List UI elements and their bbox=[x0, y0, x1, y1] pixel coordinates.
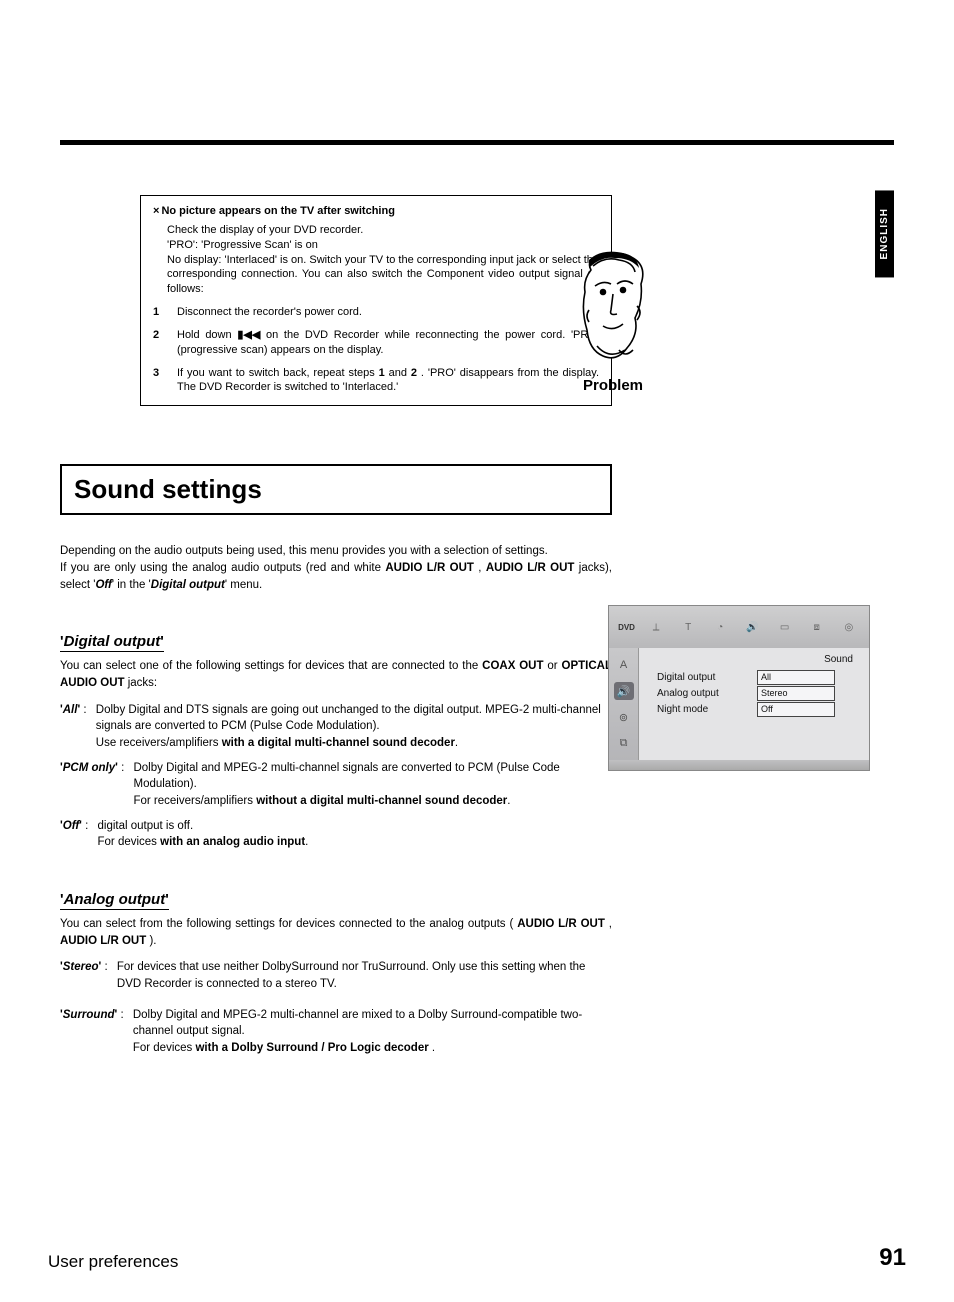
speaker-selected-icon: 🔊 bbox=[614, 682, 634, 700]
top-divider bbox=[60, 140, 894, 145]
problem-title: No picture appears on the TV after switc… bbox=[161, 204, 394, 219]
osd-topbar: DVD ⟂ T ◔ 🔊 ▭ ⧈ ◎ bbox=[609, 606, 869, 648]
osd-bottombar bbox=[609, 760, 869, 770]
analog-output-paragraph: You can select from the following settin… bbox=[60, 916, 612, 949]
problem-body-line: No display: 'Interlaced' is on. Switch y… bbox=[167, 253, 599, 298]
step-text: Disconnect the recorder's power cord. bbox=[177, 305, 599, 320]
osd-menu-screenshot: DVD ⟂ T ◔ 🔊 ▭ ⧈ ◎ A 🔊 ⊚ ⧉ Sound Digital … bbox=[608, 605, 870, 771]
other-icon: ⧉ bbox=[614, 734, 634, 752]
problem-label: Problem bbox=[568, 377, 658, 394]
problem-body-line: Check the display of your DVD recorder. bbox=[167, 223, 599, 238]
section-title: Sound settings bbox=[74, 474, 598, 505]
antenna-icon: ⟂ bbox=[645, 618, 667, 636]
osd-sidebar: A 🔊 ⊚ ⧉ bbox=[609, 648, 639, 760]
disc-icon: ◎ bbox=[838, 618, 860, 636]
clock-icon: ◔ bbox=[709, 618, 731, 636]
osd-row-label: Night mode bbox=[657, 704, 757, 715]
problem-face-illustration bbox=[573, 250, 653, 370]
osd-row-label: Digital output bbox=[657, 672, 757, 683]
osd-row-value: Stereo bbox=[757, 686, 835, 701]
definition-item: 'Surround' : Dolby Digital and MPEG-2 mu… bbox=[60, 1007, 612, 1057]
page-number: 91 bbox=[879, 1244, 906, 1272]
osd-menu-row: Night mode Off bbox=[657, 701, 859, 717]
definition-item: 'PCM only' : Dolby Digital and MPEG-2 mu… bbox=[60, 760, 612, 810]
osd-dvd-label: DVD bbox=[618, 623, 635, 632]
text-format-icon: A bbox=[614, 656, 634, 674]
step-text: Hold down ▮◀◀ on the DVD Recorder while … bbox=[177, 328, 599, 358]
step-number: 1 bbox=[153, 305, 161, 320]
language-tab: ENGLISH bbox=[875, 190, 894, 277]
problem-callout: × No picture appears on the TV after swi… bbox=[140, 195, 612, 406]
monitor-icon: ▭ bbox=[774, 618, 796, 636]
definition-item: 'Off' : digital output is off. For devic… bbox=[60, 818, 612, 851]
intro-paragraph: Depending on the audio outputs being use… bbox=[60, 543, 612, 593]
bullet-mark: × bbox=[153, 204, 159, 219]
step-text: If you want to switch back, repeat steps… bbox=[177, 366, 599, 396]
rewind-icon: ▮◀◀ bbox=[237, 328, 260, 343]
footer-section-name: User preferences bbox=[48, 1252, 178, 1272]
definition-item: 'Stereo' : For devices that use neither … bbox=[60, 959, 612, 992]
speaker-icon: 🔊 bbox=[741, 618, 763, 636]
osd-menu-row: Digital output All bbox=[657, 669, 859, 685]
settings-icon: ⊚ bbox=[614, 708, 634, 726]
digital-output-paragraph: You can select one of the following sett… bbox=[60, 658, 612, 691]
step-number: 3 bbox=[153, 366, 161, 396]
osd-row-value: All bbox=[757, 670, 835, 685]
osd-panel-title: Sound bbox=[657, 654, 859, 665]
disc-tray-icon: ⧈ bbox=[806, 618, 828, 636]
definition-item: 'All' : Dolby Digital and DTS signals ar… bbox=[60, 702, 612, 752]
analog-output-definitions: 'Stereo' : For devices that use neither … bbox=[60, 959, 612, 1056]
osd-row-label: Analog output bbox=[657, 688, 757, 699]
osd-menu-row: Analog output Stereo bbox=[657, 685, 859, 701]
osd-row-value: Off bbox=[757, 702, 835, 717]
step-number: 2 bbox=[153, 328, 161, 358]
section-title-box: Sound settings bbox=[60, 464, 612, 515]
letter-t-icon: T bbox=[677, 618, 699, 636]
problem-body-line: 'PRO': 'Progressive Scan' is on bbox=[167, 238, 599, 253]
analog-output-heading: 'Analog output' bbox=[60, 891, 894, 910]
digital-output-definitions: 'All' : Dolby Digital and DTS signals ar… bbox=[60, 702, 612, 851]
